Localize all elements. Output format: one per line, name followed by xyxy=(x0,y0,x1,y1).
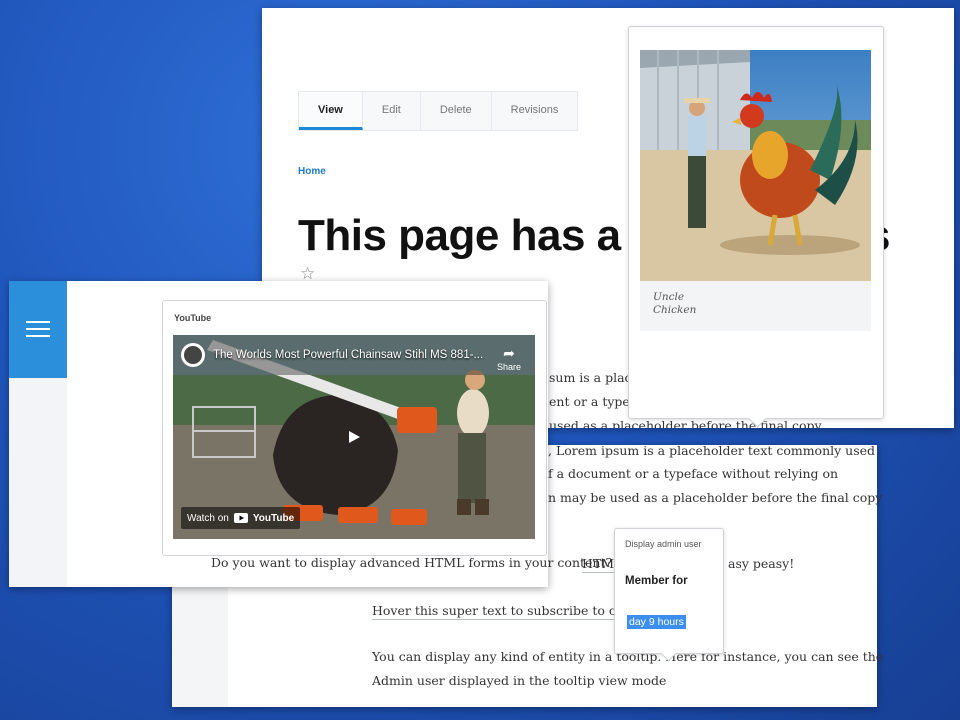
hamburger-menu-button[interactable] xyxy=(9,281,67,378)
youtube-tooltip: YouTube The Worlds Most Powerful Chainsa… xyxy=(162,300,547,556)
tab-view[interactable]: View xyxy=(299,92,363,130)
play-icon[interactable] xyxy=(342,427,366,447)
admin-user-tooltip: Display admin user Member for day 9 hour… xyxy=(614,528,724,662)
member-duration: day 9 hours xyxy=(627,615,686,629)
tab-bar: View Edit Delete Revisions xyxy=(298,91,579,131)
youtube-label: YouTube xyxy=(174,313,212,323)
body-line: used as a placeholder before the final c… xyxy=(549,418,822,428)
body-line: ent or a typef xyxy=(549,394,635,409)
advanced-forms-question: Do you want to display advanced HTML for… xyxy=(211,555,613,570)
video-embed[interactable]: The Worlds Most Powerful Chainsaw Stihl … xyxy=(173,335,535,539)
image-caption: Uncle Chicken xyxy=(653,291,697,316)
watch-on-label: Watch on xyxy=(187,512,229,524)
body-line: asy peasy! xyxy=(728,556,795,571)
rooster-photo xyxy=(640,50,871,281)
body-line: n may be used as a placeholder before th… xyxy=(548,490,883,505)
admin-label: Display admin user xyxy=(625,539,702,549)
breadcrumb[interactable]: Home xyxy=(298,166,326,177)
video-title[interactable]: The Worlds Most Powerful Chainsaw Stihl … xyxy=(213,349,483,361)
page-title: This page has a xyxy=(298,211,621,260)
body-line: sum is a place xyxy=(549,370,639,385)
youtube-brand: YouTube xyxy=(252,512,295,524)
menu-bar xyxy=(26,321,50,323)
body-line: f a document or a typeface without relyi… xyxy=(548,466,839,481)
share-label: Share xyxy=(496,362,521,372)
image-tooltip: Uncle Chicken xyxy=(628,26,884,428)
caption-box: Uncle Chicken xyxy=(640,281,871,331)
menu-bar xyxy=(26,328,50,330)
mid-screenshot: YouTube The Worlds Most Powerful Chainsa… xyxy=(9,281,612,587)
tab-revisions[interactable]: Revisions xyxy=(492,92,578,130)
youtube-logo-icon xyxy=(233,513,248,523)
menu-bar xyxy=(26,335,50,337)
tab-delete[interactable]: Delete xyxy=(421,92,492,130)
watch-on-youtube-button[interactable]: Watch on YouTube xyxy=(181,507,301,529)
body-line: , Lorem ipsum is a placeholder text comm… xyxy=(548,443,876,458)
share-button[interactable]: ➦ Share xyxy=(497,345,521,372)
member-for-label: Member for xyxy=(625,575,688,587)
tab-edit[interactable]: Edit xyxy=(363,92,421,130)
share-icon: ➦ xyxy=(503,345,515,361)
body-line: Admin user displayed in the tooltip view… xyxy=(372,673,667,688)
